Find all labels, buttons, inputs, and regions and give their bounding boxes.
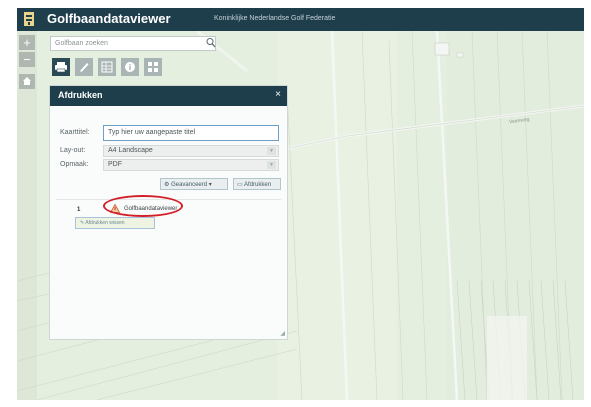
table-icon — [101, 61, 113, 73]
zoom-out-button[interactable]: − — [19, 52, 35, 67]
home-icon — [23, 77, 31, 85]
info-tool-button[interactable] — [121, 58, 139, 76]
pencil-icon — [80, 63, 89, 72]
chevron-down-icon: ▼ — [267, 147, 276, 155]
brush-icon: ✎ — [80, 220, 85, 226]
clear-prints-button[interactable]: ✎ Afdrukken wissen — [75, 217, 155, 229]
clear-prints-label: Afdrukken wissen — [85, 220, 125, 226]
format-select-value: PDF — [108, 161, 122, 168]
printer-icon: ▭ — [237, 182, 243, 188]
map-title-field[interactable]: Typ hier uw aangepaste titel — [103, 125, 279, 141]
print-button-label: Afdrukken — [244, 182, 272, 188]
top-bar: Golfbaandataviewer Koninklijke Nederland… — [17, 8, 584, 31]
knfg-logo-icon — [24, 12, 34, 26]
print-result-number: 1 — [77, 207, 81, 213]
format-label: Opmaak: — [60, 161, 89, 168]
grid-icon — [148, 62, 158, 72]
info-icon — [125, 62, 135, 72]
panel-title: Afdrukken — [58, 90, 103, 100]
app-title: Golfbaandataviewer — [47, 11, 171, 26]
search-icon[interactable] — [206, 37, 216, 49]
chevron-down-icon: ▼ — [267, 161, 276, 169]
layout-select-value: A4 Landscape — [108, 147, 153, 154]
advanced-button-label: Geavanceerd — [171, 182, 208, 188]
basemap-tool-button[interactable] — [144, 58, 162, 76]
measure-tool-button[interactable] — [75, 58, 93, 76]
print-tool-button[interactable] — [52, 58, 70, 76]
zoom-in-button[interactable]: + — [19, 35, 35, 50]
layout-label: Lay-out: — [60, 147, 86, 154]
advanced-button[interactable]: ⚙ Geavanceerd ▾ — [160, 178, 228, 190]
settings-icon: ⚙ — [164, 182, 170, 188]
app-window: Veenweg Golfbaandataviewer Koninklijke N… — [17, 8, 584, 400]
search-input[interactable]: Golfbaan zoeken — [50, 36, 216, 51]
table-tool-button[interactable] — [98, 58, 116, 76]
layout-select[interactable]: A4 Landscape ▼ — [103, 145, 279, 157]
printer-icon — [55, 62, 67, 73]
organization-title: Koninklijke Nederlandse Golf Federatie — [214, 15, 336, 22]
print-button[interactable]: ▭ Afdrukken — [233, 178, 281, 190]
chevron-down-icon: ▾ — [208, 182, 212, 188]
home-button[interactable] — [19, 74, 35, 89]
close-icon[interactable]: × — [275, 89, 281, 100]
panel-header: Afdrukken × — [50, 86, 287, 106]
format-select[interactable]: PDF ▼ — [103, 159, 279, 171]
resize-handle-icon[interactable]: ◢ — [280, 330, 285, 337]
highlight-ellipse — [103, 195, 183, 217]
map-title-label: Kaarttitel: — [60, 129, 90, 136]
